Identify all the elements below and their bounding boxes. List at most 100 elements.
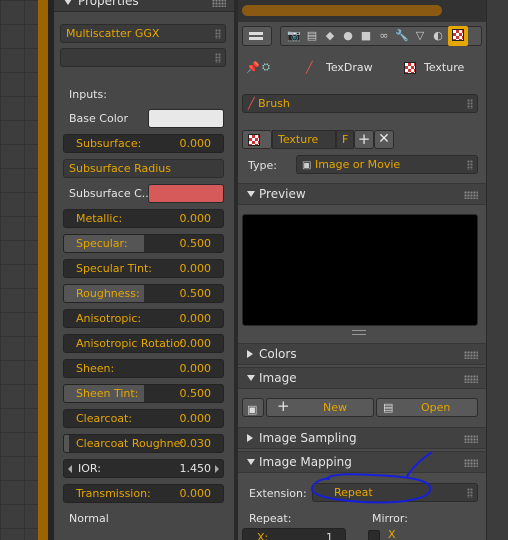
subsurface-radius-dropdown[interactable]: Subsurface Radius — [63, 159, 224, 178]
transmission-label: Transmission: — [76, 487, 151, 500]
base-color-label: Base Color — [69, 112, 129, 125]
anisotropic-field[interactable]: Anisotropic: 0.000 — [63, 309, 224, 328]
drag-grip-icon[interactable] — [212, 0, 226, 7]
texture-context[interactable]: Texture — [424, 60, 464, 76]
mirror-x-checkbox[interactable] — [368, 530, 380, 540]
drag-grip-icon[interactable] — [464, 435, 478, 443]
normal-label: Normal — [69, 512, 109, 525]
colors-panel-header[interactable]: Colors — [238, 343, 486, 365]
subsurface-value: 0.000 — [179, 137, 212, 150]
sheen-field[interactable]: Sheen: 0.000 — [63, 359, 224, 378]
properties-title: Properties — [78, 0, 139, 8]
clearcoat-roughness-field[interactable]: Clearcoat Roughne: 0.030 — [63, 434, 224, 453]
texture-name-value: Texture — [278, 133, 319, 146]
mirror-label: Mirror: — [372, 512, 408, 525]
ior-field[interactable]: IOR: 1.450 — [63, 459, 224, 478]
clearcoat-label: Clearcoat: — [76, 412, 133, 425]
new-image-label: New — [323, 401, 347, 414]
specular-tint-field[interactable]: Specular Tint: 0.000 — [63, 259, 224, 278]
specular-field[interactable]: Specular: 0.500 — [63, 234, 224, 253]
render-icon[interactable]: 📷 — [284, 26, 304, 46]
material-icon[interactable]: ◐ — [428, 26, 448, 46]
drag-grip-icon[interactable] — [464, 351, 478, 359]
browse-image-button[interactable]: ▣ — [242, 398, 264, 417]
editor-top-strip — [238, 0, 486, 22]
node-properties-panel: Properties Multiscatter GGX Inputs: Base… — [54, 0, 234, 540]
brush-icon: ╱ — [248, 97, 255, 110]
image-panel-header[interactable]: Image — [238, 367, 486, 389]
distribution-value: Multiscatter GGX — [66, 27, 160, 40]
expand-icon — [247, 375, 255, 381]
base-color-swatch[interactable] — [148, 109, 224, 128]
decrement-arrow-icon[interactable] — [68, 465, 72, 473]
right-scrollbar[interactable] — [486, 0, 508, 540]
annotation-ellipse — [311, 451, 433, 504]
clearcoat-roughness-value: 0.030 — [179, 437, 212, 450]
texture-tab-icon[interactable] — [448, 26, 468, 46]
clearcoat-field[interactable]: Clearcoat: 0.000 — [63, 409, 224, 428]
ior-label: IOR: — [78, 462, 101, 475]
repeat-x-field[interactable]: X: 1 — [242, 528, 346, 540]
repeat-label: Repeat: — [249, 512, 292, 525]
editor-type-button[interactable] — [242, 26, 272, 46]
render-layers-icon[interactable]: ▤ — [302, 26, 322, 46]
subsurface-method-dropdown[interactable] — [60, 48, 226, 67]
clearcoat-roughness-label: Clearcoat Roughne: — [76, 437, 185, 450]
fake-user-button[interactable]: F — [336, 130, 354, 149]
texture-name-field[interactable]: Texture — [272, 130, 336, 149]
data-icon[interactable]: ▽ — [410, 26, 430, 46]
roughness-field[interactable]: Roughness: 0.500 — [63, 284, 224, 303]
colors-title: Colors — [259, 347, 297, 361]
drag-grip-icon[interactable] — [464, 191, 478, 199]
subsurface-field[interactable]: Subsurface: 0.000 — [63, 134, 224, 153]
texture-context-icon[interactable] — [404, 60, 416, 76]
sheen-tint-value: 0.500 — [179, 387, 212, 400]
world-icon[interactable]: ● — [338, 26, 358, 46]
brush-dropdown[interactable]: ╱ Brush — [242, 94, 478, 113]
repeat-x-value: 1 — [326, 531, 333, 540]
sheen-tint-label: Sheen Tint: — [76, 387, 139, 400]
scroll-indicator[interactable] — [242, 5, 442, 16]
brush-context-icon[interactable]: ⛭ — [262, 60, 270, 76]
anisotropic-rotation-field[interactable]: Anisotropic Rotatio: 0.000 — [63, 334, 224, 353]
anisotropic-rotation-label: Anisotropic Rotatio: — [76, 337, 184, 350]
texture-type-dropdown[interactable]: ▣ Image or Movie — [296, 155, 478, 174]
distribution-dropdown[interactable]: Multiscatter GGX — [60, 24, 226, 43]
close-icon[interactable]: ✕ — [374, 130, 394, 149]
dropdown-arrow-icon — [215, 29, 221, 39]
drag-grip-icon[interactable] — [464, 459, 478, 467]
roughness-label: Roughness: — [76, 287, 140, 300]
constraints-icon[interactable]: ∞ — [374, 26, 394, 46]
clearcoat-roughness-fill — [64, 435, 69, 452]
brush-value: Brush — [258, 97, 290, 110]
fake-user-label: F — [342, 133, 349, 146]
pin-icon[interactable]: 📌 — [246, 60, 260, 76]
texdraw-icon[interactable]: ╱ — [306, 60, 313, 76]
properties-header[interactable]: Properties — [54, 0, 234, 12]
image-sampling-panel-header[interactable]: Image Sampling — [238, 427, 486, 449]
metallic-field[interactable]: Metallic: 0.000 — [63, 209, 224, 228]
dropdown-arrow-icon — [467, 160, 473, 170]
increment-arrow-icon[interactable] — [215, 465, 219, 473]
new-image-button[interactable]: + New — [266, 398, 374, 417]
open-image-button[interactable]: ▤ Open — [376, 398, 478, 417]
inputs-label: Inputs: — [69, 88, 107, 101]
modifiers-icon[interactable]: 🔧 — [392, 26, 412, 46]
drag-grip-icon[interactable] — [464, 375, 478, 383]
subsurface-color-swatch[interactable] — [148, 184, 224, 203]
sheen-tint-field[interactable]: Sheen Tint: 0.500 — [63, 384, 224, 403]
preview-panel-header[interactable]: Preview — [238, 183, 486, 205]
browse-texture-button[interactable] — [242, 130, 272, 149]
preview-resize-handle[interactable] — [352, 330, 366, 335]
new-texture-icon[interactable]: + — [354, 130, 374, 149]
object-icon[interactable]: ■ — [356, 26, 376, 46]
texdraw-context[interactable]: TexDraw — [326, 60, 373, 76]
repeat-x-label: X: — [257, 531, 269, 540]
ior-value: 1.450 — [179, 462, 212, 475]
transmission-value: 0.000 — [179, 487, 212, 500]
image-title: Image — [259, 371, 297, 385]
transmission-field[interactable]: Transmission: 0.000 — [63, 484, 224, 503]
scene-icon[interactable]: ◆ — [320, 26, 340, 46]
anisotropic-value: 0.000 — [179, 312, 212, 325]
specular-label: Specular: — [76, 237, 128, 250]
